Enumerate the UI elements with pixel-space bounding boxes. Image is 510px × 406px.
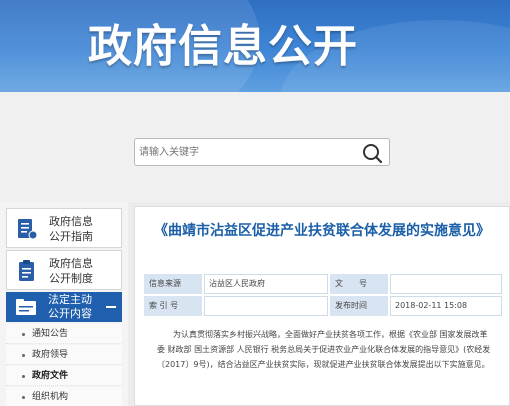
meta-row: 索 引 号 发布时间 2018-02-11 15:08: [144, 296, 502, 316]
subitem-leaders-label: 政府领导: [32, 350, 69, 360]
search-input[interactable]: [137, 140, 357, 164]
subitem-leaders[interactable]: 政府领导: [6, 345, 122, 365]
nav-guide-line1: 政府信息: [49, 215, 93, 228]
nav-guide-line2: 公开指南: [49, 230, 93, 243]
article-body: 为认真贯彻落实乡村振兴战略，全面做好产业扶贫各项工作，根据《农业部 国家发展改革…: [157, 330, 491, 369]
folder-icon: [16, 299, 36, 315]
nav-guide[interactable]: 政府信息 公开指南: [6, 208, 122, 248]
banner-title: 政府信息公开: [88, 21, 358, 72]
nav-system-line1: 政府信息: [49, 257, 93, 270]
nav-mandatory-line1: 法定主动: [48, 293, 92, 306]
bullet-icon: [22, 375, 25, 378]
article-panel: 《曲靖市沾益区促进产业扶贫联合体发展的实施意见》 信息来源 沾益区人民政府 文 …: [134, 206, 510, 406]
bullet-icon: [22, 396, 25, 399]
nav-mandatory-label: 法定主动 公开内容: [48, 293, 92, 321]
bullet-icon: [22, 354, 25, 357]
search-box: [134, 138, 390, 166]
meta-row: 信息来源 沾益区人民政府 文 号: [144, 274, 502, 294]
collapse-icon[interactable]: [106, 306, 116, 308]
document-icon: [18, 219, 38, 240]
date-label: 发布时间: [330, 296, 388, 316]
index-value: [204, 296, 328, 316]
index-label: 索 引 号: [144, 296, 202, 316]
subitem-documents-label: 政府文件: [32, 371, 69, 381]
source-label: 信息来源: [144, 274, 202, 294]
docno-label: 文 号: [330, 274, 388, 294]
docno-value: [390, 274, 502, 294]
search-icon[interactable]: [361, 142, 383, 164]
subitem-organization-label: 组织机构: [32, 392, 69, 402]
meta-table: 信息来源 沾益区人民政府 文 号 索 引 号 发布时间 2018-02-11 1…: [144, 274, 502, 318]
nav-system-label: 政府信息 公开制度: [49, 256, 93, 286]
nav-system-line2: 公开制度: [49, 272, 93, 285]
subitem-notices-label: 通知公告: [32, 329, 69, 339]
subitem-organization[interactable]: 组织机构: [6, 387, 122, 406]
nav-guide-label: 政府信息 公开指南: [49, 214, 93, 244]
nav-mandatory-disclosure[interactable]: 法定主动 公开内容: [6, 292, 122, 322]
date-value: 2018-02-11 15:08: [390, 296, 502, 316]
clipboard-icon: [19, 260, 34, 281]
bullet-icon: [22, 333, 25, 336]
subitem-notices[interactable]: 通知公告: [6, 324, 122, 344]
nav-mandatory-line2: 公开内容: [48, 307, 92, 320]
header-banner: 政府信息公开: [0, 0, 510, 92]
source-value: 沾益区人民政府: [204, 274, 328, 294]
article-title: 《曲靖市沾益区促进产业扶贫联合体发展的实施意见》: [154, 223, 490, 239]
subitem-documents[interactable]: 政府文件: [6, 366, 122, 386]
nav-system[interactable]: 政府信息 公开制度: [6, 250, 122, 290]
